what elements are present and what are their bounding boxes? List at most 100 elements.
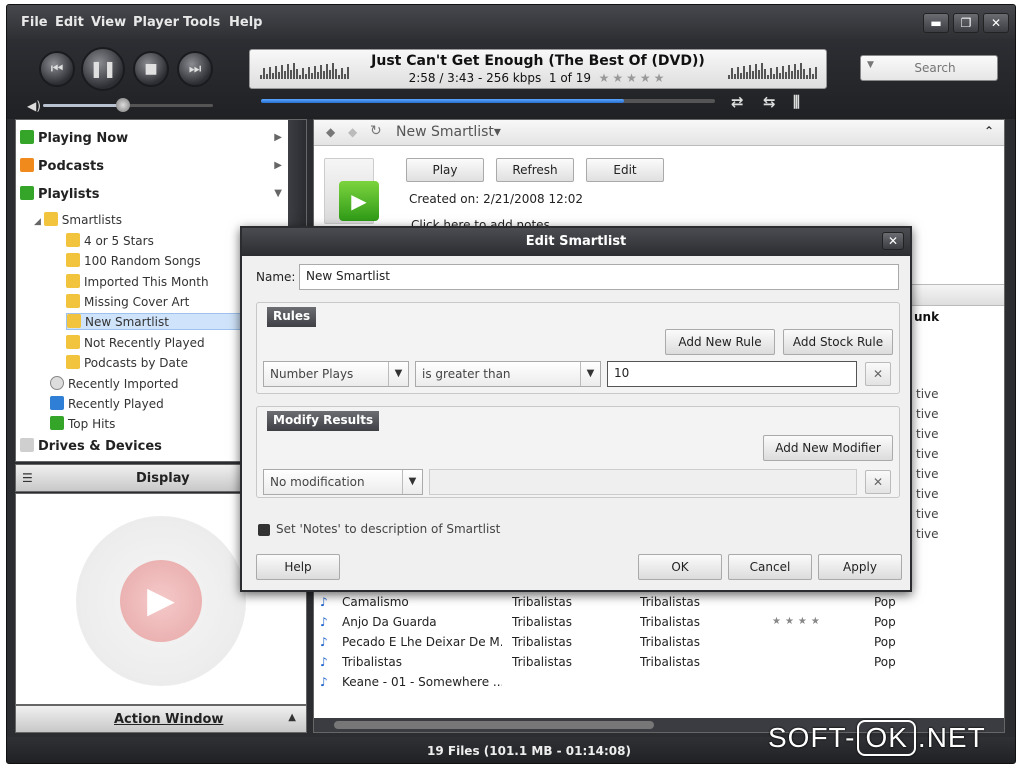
chevron-right-icon[interactable]: ▶: [274, 160, 282, 171]
tree-playlists[interactable]: Playlists: [20, 186, 99, 202]
volume-knob[interactable]: [115, 98, 130, 112]
play-button[interactable]: Play: [406, 158, 484, 182]
tree-drives-devices[interactable]: Drives & Devices: [20, 438, 162, 454]
genre-cell: Pop: [874, 635, 896, 649]
search-dropdown-icon[interactable]: ▼: [867, 60, 874, 70]
visualizer-bar: [734, 74, 736, 79]
close-button[interactable]: ✕: [983, 13, 1009, 33]
smartlist-4-or-5-stars[interactable]: 4 or 5 Stars: [66, 233, 154, 248]
breadcrumb[interactable]: New Smartlist▾: [396, 124, 501, 140]
smartlist-icon: [67, 314, 81, 328]
back-icon[interactable]: ◆: [326, 125, 335, 139]
table-row[interactable]: ♪ Tribalistas Tribalistas Tribalistas Pop: [314, 652, 1004, 672]
remove-rule-button[interactable]: ✕: [865, 362, 891, 386]
add-new-rule-button[interactable]: Add New Rule: [665, 329, 775, 355]
playlist-recently-imported[interactable]: Recently Imported: [50, 376, 179, 391]
menu-file[interactable]: File: [21, 15, 48, 30]
chevron-down-icon[interactable]: ▼: [388, 362, 408, 386]
playlist-icon: [20, 186, 34, 200]
chevron-down-icon[interactable]: ▼: [580, 362, 600, 386]
play-icon[interactable]: ▶: [120, 560, 202, 642]
tree-podcasts[interactable]: Podcasts: [20, 158, 104, 174]
title-cell: Anjo Da Guarda: [342, 615, 437, 629]
tree-playing-now[interactable]: Playing Now: [20, 130, 128, 146]
search-input[interactable]: [879, 59, 991, 77]
track-info: 1 of 19: [548, 71, 591, 85]
modifier-value-input: [429, 469, 857, 495]
notes-checkbox[interactable]: [258, 524, 270, 536]
chevron-down-icon[interactable]: ▼: [402, 470, 422, 494]
expand-icon[interactable]: ◢: [34, 217, 44, 227]
menu-edit[interactable]: Edit: [55, 15, 84, 30]
menu-help[interactable]: Help: [229, 15, 262, 30]
stop-button[interactable]: ■: [133, 51, 169, 87]
playlist-top-hits[interactable]: Top Hits: [50, 416, 115, 431]
smartlist-100-random[interactable]: 100 Random Songs: [66, 253, 201, 268]
table-row[interactable]: ♪ Pecado E Lhe Deixar De M... Tribalistas T…: [314, 632, 1004, 652]
tree-smartlists[interactable]: ◢ Smartlists: [34, 212, 122, 227]
rating-cell[interactable]: ★★★★: [772, 616, 824, 627]
seek-bar[interactable]: [261, 99, 715, 103]
table-row[interactable]: ♪ Camalismo Tribalistas Tribalistas Pop: [314, 592, 1004, 612]
repeat-icon[interactable]: ⇄: [731, 93, 744, 111]
rule-value-input[interactable]: 10: [607, 361, 857, 387]
search-box[interactable]: ▼: [860, 55, 998, 81]
rating-stars[interactable]: ★★★★★: [599, 71, 668, 85]
album-cell: Tribalistas: [640, 655, 701, 669]
modifier-select[interactable]: No modification ▼: [263, 469, 423, 495]
refresh-button[interactable]: Refresh: [496, 158, 574, 182]
minimize-button[interactable]: ▬: [923, 13, 949, 33]
name-field[interactable]: New Smartlist: [299, 264, 899, 290]
remove-modifier-button[interactable]: ✕: [865, 470, 891, 494]
breadcrumb-label: New Smartlist: [396, 124, 494, 140]
forward-icon[interactable]: ◆: [348, 125, 357, 139]
genre-column-header[interactable]: unk: [914, 310, 939, 324]
menu-icon[interactable]: ☰: [22, 471, 33, 485]
smartlist-missing-cover-art[interactable]: Missing Cover Art: [66, 294, 189, 309]
next-track-button[interactable]: ⏭: [177, 51, 213, 87]
smartlist-imported-this-month[interactable]: Imported This Month: [66, 274, 209, 289]
help-button[interactable]: Help: [256, 554, 340, 580]
cancel-button[interactable]: Cancel: [728, 554, 812, 580]
dialog-close-button[interactable]: ✕: [882, 232, 904, 250]
smartlist-podcasts-by-date[interactable]: Podcasts by Date: [66, 355, 188, 370]
chevron-right-icon[interactable]: ▶: [274, 132, 282, 143]
collapse-icon[interactable]: ⌃: [984, 124, 994, 138]
menu-bar: File Edit View Player Tools Help ▬ ❐ ✕: [7, 5, 1015, 39]
smartlist-new-smartlist[interactable]: New Smartlist: [66, 313, 254, 330]
previous-track-button[interactable]: ⏮: [39, 51, 75, 87]
rule-field-select[interactable]: Number Plays ▼: [263, 361, 409, 387]
ok-button[interactable]: OK: [638, 554, 722, 580]
rule-operator-value: is greater than: [422, 367, 511, 381]
visualizer-bar: [782, 66, 784, 79]
created-date: Created on: 2/21/2008 12:02: [409, 192, 584, 206]
chevron-up-icon[interactable]: ▲: [288, 712, 296, 723]
visualizer-bar: [743, 66, 745, 79]
edit-button[interactable]: Edit: [586, 158, 664, 182]
genre-cell: tive: [916, 387, 939, 401]
refresh-icon[interactable]: ↻: [370, 123, 382, 139]
apply-button[interactable]: Apply: [818, 554, 902, 580]
smartlist-not-recently-played[interactable]: Not Recently Played: [66, 335, 205, 350]
shuffle-icon[interactable]: ⇆: [763, 93, 776, 111]
maximize-button[interactable]: ❐: [953, 13, 979, 33]
equalizer-icon[interactable]: ⫼: [793, 93, 800, 111]
next-icon: ⏭: [188, 61, 202, 77]
menu-player[interactable]: Player: [133, 15, 179, 30]
chevron-down-icon[interactable]: ▼: [274, 188, 282, 199]
add-stock-rule-button[interactable]: Add Stock Rule: [783, 329, 893, 355]
table-row[interactable]: ♪ Anjo Da Guarda Tribalistas Tribalistas ★★★…: [314, 612, 1004, 632]
menu-view[interactable]: View: [91, 15, 126, 30]
action-window-header[interactable]: Action Window ▲: [15, 705, 307, 733]
playlist-recently-played[interactable]: Recently Played: [50, 396, 164, 411]
edit-smartlist-dialog: Edit Smartlist ✕ Name: New Smartlist Rul…: [240, 226, 912, 592]
pause-button[interactable]: ❚❚: [81, 47, 125, 91]
close-icon: ✕: [872, 475, 884, 489]
rule-operator-select[interactable]: is greater than ▼: [415, 361, 601, 387]
stop-icon: ■: [144, 61, 158, 77]
table-row[interactable]: ♪ Keane - 01 - Somewhere ...: [314, 672, 1004, 692]
menu-tools[interactable]: Tools: [183, 15, 220, 30]
scrollbar-thumb[interactable]: [334, 721, 654, 729]
add-new-modifier-button[interactable]: Add New Modifier: [763, 435, 893, 461]
tree-label: Imported This Month: [84, 275, 209, 289]
